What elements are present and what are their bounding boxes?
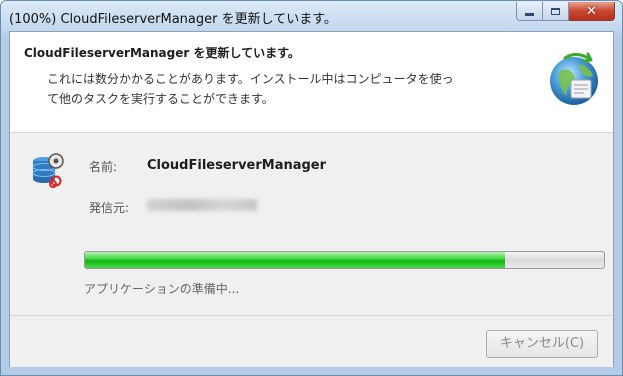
dialog-footer: キャンセル(C)	[10, 315, 613, 367]
name-label: 名前:	[89, 160, 118, 174]
app-name-value: CloudFileserverManager	[147, 158, 327, 173]
window-controls: ✕	[516, 2, 615, 22]
title-bar[interactable]: (100%) CloudFileserverManager を更新しています。 …	[1, 1, 622, 31]
close-icon: ✕	[586, 3, 597, 19]
publisher-value-redacted	[147, 199, 257, 211]
publisher-label: 発信元:	[89, 201, 130, 215]
header-description: これには数分かかることがあります。インストール中はコンピュータを使っ て他のタス…	[47, 69, 527, 109]
installer-window: (100%) CloudFileserverManager を更新しています。 …	[0, 0, 623, 376]
progress-fill	[85, 252, 506, 268]
minimize-button[interactable]	[516, 2, 543, 21]
dialog-header: CloudFileserverManager を更新しています。 これには数分か…	[10, 32, 613, 133]
maximize-button[interactable]	[543, 2, 569, 21]
header-description-line-1: これには数分かかることがあります。インストール中はコンピュータを使っ	[47, 72, 454, 86]
globe-install-icon	[550, 52, 598, 105]
maximize-icon	[551, 7, 560, 15]
header-title: CloudFileserverManager を更新しています。	[24, 46, 300, 60]
cancel-button[interactable]: キャンセル(C)	[486, 330, 598, 358]
progress-bar	[84, 251, 605, 269]
window-title: (100%) CloudFileserverManager を更新しています。	[9, 12, 337, 27]
app-database-icon	[32, 153, 64, 188]
close-button[interactable]: ✕	[569, 2, 615, 21]
minimize-icon	[525, 12, 534, 16]
dialog-body: CloudFileserverManager を更新しています。 これには数分か…	[9, 31, 614, 367]
status-text: アプリケーションの準備中...	[84, 282, 240, 296]
header-description-line-2: て他のタスクを実行することができます。	[47, 92, 274, 106]
